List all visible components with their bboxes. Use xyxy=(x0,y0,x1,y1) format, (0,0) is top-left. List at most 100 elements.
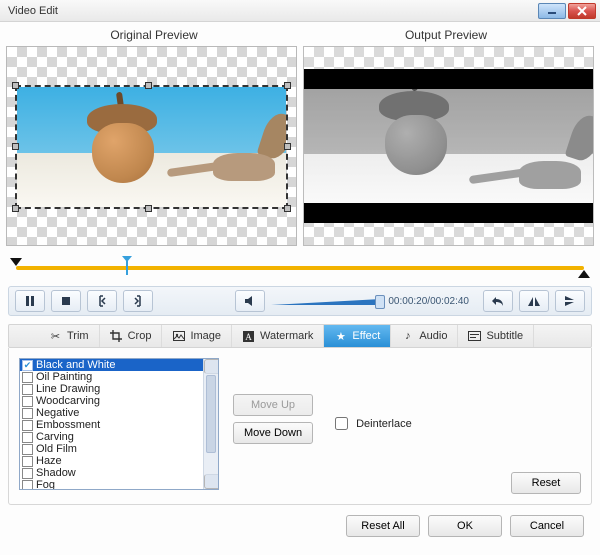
effect-label: Haze xyxy=(36,455,62,467)
crop-handle[interactable] xyxy=(12,82,19,89)
trim-start-marker[interactable] xyxy=(10,258,22,266)
effects-listbox[interactable]: ✔Black and WhiteOil PaintingLine Drawing… xyxy=(19,358,219,490)
flip-h-icon xyxy=(527,295,541,307)
scroll-up-button[interactable]: ▴ xyxy=(204,359,219,374)
text-icon: A xyxy=(242,330,255,343)
minimize-icon xyxy=(547,7,557,15)
titlebar: Video Edit xyxy=(0,0,600,22)
effect-checkbox[interactable] xyxy=(22,456,33,467)
tab-label: Watermark xyxy=(260,330,313,342)
crop-handle[interactable] xyxy=(284,205,291,212)
flip-vertical-button[interactable] xyxy=(555,290,585,312)
effect-checkbox[interactable] xyxy=(22,444,33,455)
effect-item[interactable]: Woodcarving xyxy=(20,395,203,407)
picture-icon xyxy=(172,330,185,343)
close-button[interactable] xyxy=(568,3,596,19)
mute-button[interactable] xyxy=(235,290,265,312)
preview-labels: Original Preview Output Preview xyxy=(8,28,592,42)
note-icon: ♪ xyxy=(401,330,414,343)
bracket-right-icon xyxy=(132,295,144,307)
deinterlace-label: Deinterlace xyxy=(356,418,412,430)
crop-handle[interactable] xyxy=(145,205,152,212)
cancel-button[interactable]: Cancel xyxy=(510,515,584,537)
effect-item[interactable]: Haze xyxy=(20,455,203,467)
tab-subtitle[interactable]: Subtitle xyxy=(458,325,534,347)
deinterlace-input[interactable] xyxy=(335,417,348,430)
effect-checkbox[interactable] xyxy=(22,372,33,383)
effect-label: Fog xyxy=(36,479,55,489)
effect-label: Line Drawing xyxy=(36,383,100,395)
flip-horizontal-button[interactable] xyxy=(519,290,549,312)
effect-item[interactable]: Old Film xyxy=(20,443,203,455)
pause-button[interactable] xyxy=(15,290,45,312)
output-preview xyxy=(303,46,594,246)
effect-item[interactable]: Negative xyxy=(20,407,203,419)
effect-item[interactable]: Shadow xyxy=(20,467,203,479)
effect-label: Black and White xyxy=(36,359,115,371)
effect-checkbox[interactable] xyxy=(22,480,33,490)
crop-handle[interactable] xyxy=(284,143,291,150)
effect-checkbox[interactable] xyxy=(22,408,33,419)
reset-all-button[interactable]: Reset All xyxy=(346,515,420,537)
effect-checkbox[interactable] xyxy=(22,396,33,407)
scrollbar[interactable]: ▴ ▾ xyxy=(203,359,218,489)
scroll-down-button[interactable]: ▾ xyxy=(204,474,219,489)
effect-label: Shadow xyxy=(36,467,76,479)
timeline[interactable] xyxy=(10,256,590,280)
effect-label: Old Film xyxy=(36,443,77,455)
stop-button[interactable] xyxy=(51,290,81,312)
tab-effect[interactable]: ★ Effect xyxy=(324,325,391,347)
effect-checkbox[interactable]: ✔ xyxy=(22,360,33,371)
effect-panel: ✔Black and WhiteOil PaintingLine Drawing… xyxy=(8,348,592,505)
mark-in-button[interactable] xyxy=(87,290,117,312)
original-preview[interactable] xyxy=(6,46,297,246)
ok-button[interactable]: OK xyxy=(428,515,502,537)
undo-button[interactable] xyxy=(483,290,513,312)
stop-icon xyxy=(60,295,72,307)
tab-crop[interactable]: Crop xyxy=(100,325,163,347)
volume-handle[interactable] xyxy=(375,295,385,309)
effect-item[interactable]: Carving xyxy=(20,431,203,443)
effect-item[interactable]: Fog xyxy=(20,479,203,489)
original-preview-label: Original Preview xyxy=(8,28,300,42)
effect-item[interactable]: Oil Painting xyxy=(20,371,203,383)
tab-label: Trim xyxy=(67,330,89,342)
effect-item[interactable]: Line Drawing xyxy=(20,383,203,395)
mark-out-button[interactable] xyxy=(123,290,153,312)
tab-watermark[interactable]: A Watermark xyxy=(232,325,324,347)
tab-image[interactable]: Image xyxy=(162,325,232,347)
crop-handle[interactable] xyxy=(12,143,19,150)
effect-checkbox[interactable] xyxy=(22,384,33,395)
effect-checkbox[interactable] xyxy=(22,468,33,479)
tab-label: Image xyxy=(190,330,221,342)
close-icon xyxy=(577,6,587,16)
tab-audio[interactable]: ♪Audio xyxy=(391,325,458,347)
effect-item[interactable]: Embossment xyxy=(20,419,203,431)
tab-strip: ✂Trim Crop Image A Watermark ★ Effect ♪Aud… xyxy=(8,324,592,348)
crop-handle[interactable] xyxy=(12,205,19,212)
trim-end-marker[interactable] xyxy=(578,270,590,278)
scroll-thumb[interactable] xyxy=(206,375,216,453)
effect-item[interactable]: ✔Black and White xyxy=(20,359,203,371)
timeline-track xyxy=(16,266,584,270)
crop-handle[interactable] xyxy=(145,82,152,89)
flip-v-icon xyxy=(563,295,577,307)
window-title: Video Edit xyxy=(8,5,536,17)
output-preview-label: Output Preview xyxy=(300,28,592,42)
effect-checkbox[interactable] xyxy=(22,420,33,431)
effect-label: Carving xyxy=(36,431,74,443)
effect-checkbox[interactable] xyxy=(22,432,33,443)
volume-slider[interactable] xyxy=(271,290,374,312)
deinterlace-checkbox[interactable]: Deinterlace xyxy=(331,414,412,433)
playhead[interactable] xyxy=(126,261,128,275)
minimize-button[interactable] xyxy=(538,3,566,19)
tab-trim[interactable]: ✂Trim xyxy=(39,325,100,347)
star-icon: ★ xyxy=(334,330,347,343)
crop-handle[interactable] xyxy=(284,82,291,89)
effect-label: Woodcarving xyxy=(36,395,100,407)
move-down-button[interactable]: Move Down xyxy=(233,422,313,444)
move-up-button[interactable]: Move Up xyxy=(233,394,313,416)
timecode-display: 00:00:20/00:02:40 xyxy=(388,296,469,307)
reset-button[interactable]: Reset xyxy=(511,472,581,494)
tab-label: Effect xyxy=(352,330,380,342)
